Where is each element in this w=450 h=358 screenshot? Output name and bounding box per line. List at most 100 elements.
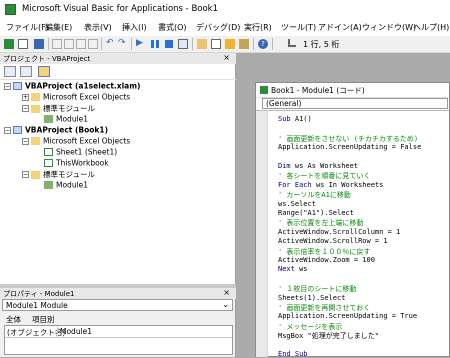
cursor-position: 1 行, 5 桁 <box>303 40 340 49</box>
code-comment: ' メッセージを表示 <box>278 322 343 331</box>
code-window-title: Book1 - Module1 (コード) <box>271 86 365 95</box>
code-text: Sheets(1).Select <box>278 293 346 302</box>
menu-format[interactable]: 書式(O) <box>158 22 187 33</box>
code-margin <box>256 111 268 357</box>
view-object-icon[interactable] <box>20 66 32 77</box>
collapse-icon[interactable]: − <box>4 83 11 90</box>
copy-icon[interactable] <box>64 39 74 49</box>
code-line[interactable]: ActiveWindow.Zoom = 100 <box>278 256 375 264</box>
code-line[interactable]: Sub A1() <box>278 115 312 123</box>
code-line[interactable]: ws.Select <box>278 200 316 208</box>
menu-run[interactable]: 実行(R) <box>244 22 272 33</box>
property-value[interactable]: Module1 <box>60 327 92 336</box>
tree-item-standard-modules[interactable]: 標準モジュール <box>31 103 95 113</box>
menu-debug[interactable]: デバッグ(D) <box>196 22 240 33</box>
workbook-icon <box>44 159 53 167</box>
code-text: Range("A1").Select <box>278 209 354 217</box>
code-line[interactable]: ActiveWindow.ScrollRow = 1 <box>278 237 388 245</box>
code-text: ws As Worksheet <box>294 162 359 170</box>
menu-help[interactable]: ヘルプ(H) <box>413 22 449 33</box>
expand-icon[interactable]: + <box>22 94 29 101</box>
design-mode-icon[interactable] <box>178 39 188 49</box>
folder-open-icon <box>31 170 40 179</box>
menu-edit[interactable]: 編集(E) <box>45 22 72 33</box>
tree-item-vbaproject-a1select[interactable]: VBAProject (a1select.xlam) <box>13 81 140 91</box>
properties-window-icon[interactable] <box>211 39 221 49</box>
code-line[interactable]: For Each ws In Worksheets <box>278 181 383 189</box>
code-editor[interactable]: Sub A1() ' 画面更新をさせない (チカチカするため) Applicatio… <box>256 110 449 358</box>
toolbar-separator <box>48 38 49 50</box>
tree-item-vbaproject-book1[interactable]: VBAProject (Book1) <box>13 125 108 135</box>
menu-window[interactable]: ウィンドウ(W) <box>362 22 416 33</box>
excel-view-icon[interactable] <box>4 39 14 49</box>
toolbar-separator <box>101 38 102 50</box>
break-icon[interactable] <box>150 39 160 49</box>
insert-module-icon[interactable] <box>18 39 28 49</box>
vba-app-icon <box>5 4 16 15</box>
close-icon[interactable]: × <box>223 288 230 297</box>
code-text: Application.ScreenUpdating = False <box>278 143 422 152</box>
project-explorer-toolbar <box>0 64 236 80</box>
object-selector-value: Module1 Module <box>6 301 68 310</box>
help-icon[interactable]: ? <box>258 39 268 49</box>
code-line[interactable]: MsgBox "処理が完了しました" <box>278 331 379 341</box>
run-icon[interactable]: ▶ <box>136 39 146 49</box>
code-keyword: Sub <box>278 115 295 123</box>
properties-header: プロパティ - Module1 × <box>0 288 236 299</box>
object-browser-icon[interactable] <box>225 39 235 49</box>
window-title: Microsoft Visual Basic for Applications … <box>22 4 219 14</box>
tree-item-excel-objects[interactable]: Microsoft Excel Objects <box>31 92 130 102</box>
cut-icon[interactable] <box>52 39 62 49</box>
tab-categorized[interactable]: 項目別 <box>32 314 55 325</box>
code-line[interactable]: Dim ws As Worksheet <box>278 162 358 170</box>
collapse-icon[interactable]: − <box>4 127 11 134</box>
code-line[interactable]: Range("A1").Select <box>278 209 354 217</box>
code-keyword: Next <box>278 265 300 274</box>
undo-icon[interactable]: ↶ <box>106 39 116 49</box>
menu-addins[interactable]: アドイン(A) <box>318 22 362 33</box>
object-combo[interactable]: (General) <box>262 98 448 109</box>
collapse-icon[interactable]: − <box>22 171 29 178</box>
code-line[interactable]: Next ws <box>278 265 308 273</box>
tree-item-excel-objects[interactable]: Microsoft Excel Objects <box>31 136 130 146</box>
paste-icon[interactable] <box>76 39 86 49</box>
code-keyword: For Each <box>278 180 316 189</box>
code-text: ws <box>299 265 308 274</box>
tree-item-standard-modules[interactable]: 標準モジュール <box>31 169 95 179</box>
tree-item-sheet1[interactable]: Sheet1 (Sheet1) <box>44 147 117 157</box>
view-code-icon[interactable] <box>4 66 16 77</box>
tab-alphabetic[interactable]: 全体 <box>6 314 21 325</box>
menu-tools[interactable]: ツール(T) <box>281 22 316 33</box>
code-comment: ' 表示倍率を１００％に戻す <box>278 247 371 256</box>
code-line[interactable]: ActiveWindow.ScrollColumn = 1 <box>278 228 400 236</box>
menu-bar: ファイル(F) 編集(E) 表示(V) 挿入(I) 書式(O) デバッグ(D) … <box>0 19 450 36</box>
toggle-folders-icon[interactable] <box>38 66 50 77</box>
reset-icon[interactable] <box>164 39 174 49</box>
menu-insert[interactable]: 挿入(I) <box>122 22 147 33</box>
code-window-titlebar: Book1 - Module1 (コード) <box>256 83 449 98</box>
tree-item-module1[interactable]: Module1 <box>44 114 88 124</box>
find-icon[interactable] <box>88 39 98 49</box>
folder-icon <box>31 93 40 101</box>
tree-item-thisworkbook[interactable]: ThisWorkbook <box>44 158 109 168</box>
code-line[interactable]: Application.ScreenUpdating = False <box>278 143 421 151</box>
save-icon[interactable] <box>34 39 44 49</box>
tree-item-module1[interactable]: Module1 <box>44 180 88 190</box>
code-text: ws.Select <box>278 199 316 208</box>
project-explorer-icon[interactable] <box>197 39 207 49</box>
menu-file[interactable]: ファイル(F) <box>6 22 49 33</box>
properties-grid: (オブジェクト名) Module1 <box>4 325 233 355</box>
menu-view[interactable]: 表示(V) <box>84 22 112 33</box>
sheet-icon <box>44 148 53 156</box>
property-row[interactable]: (オブジェクト名) Module1 <box>5 326 232 338</box>
toolbox-icon[interactable] <box>239 39 249 49</box>
grid-divider <box>57 326 58 337</box>
code-line[interactable]: Application.ScreenUpdating = True <box>278 312 417 320</box>
collapse-icon[interactable]: − <box>22 105 29 112</box>
collapse-icon[interactable]: − <box>22 138 29 145</box>
code-line[interactable]: Sheets(1).Select <box>278 294 345 302</box>
object-combo-value: (General) <box>266 99 302 108</box>
close-icon[interactable]: × <box>223 53 230 62</box>
redo-icon[interactable]: ↷ <box>118 39 128 49</box>
object-selector[interactable]: Module1 Module ⌄ <box>2 299 233 311</box>
